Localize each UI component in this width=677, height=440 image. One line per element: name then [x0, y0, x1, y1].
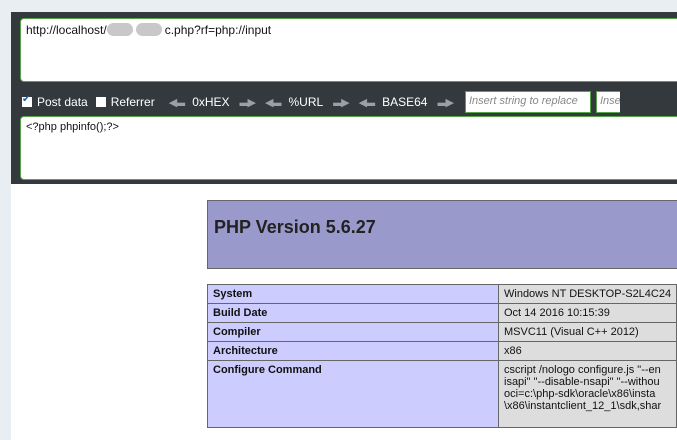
phpinfo-page: PHP Version 5.6.27 System Windows NT DES…: [11, 184, 677, 440]
row-key: Architecture: [207, 341, 499, 361]
php-version-header: PHP Version 5.6.27: [207, 200, 677, 269]
hackbar-panel: http://localhost/c.php?rf=php://input Po…: [11, 12, 677, 184]
table-row: Architecture x86: [207, 341, 677, 361]
post-body-text: <?php phpinfo();?>: [26, 121, 119, 133]
referrer-label: Referrer: [110, 95, 155, 109]
arrow-left-icon[interactable]: ◀▬: [169, 96, 186, 109]
page-title: PHP Version 5.6.27: [214, 217, 376, 237]
value-line: isapi" "--disable-nsapi" "--withou: [504, 376, 660, 388]
arrow-right-icon[interactable]: ▬▶: [437, 96, 454, 109]
url-prefix: http://localhost/: [26, 23, 107, 37]
row-key: Compiler: [207, 322, 499, 342]
table-row: Build Date Oct 14 2016 10:15:39: [207, 303, 677, 323]
replace-string-input[interactable]: Insert string to replace: [464, 91, 591, 113]
row-value: Windows NT DESKTOP-S2L4C24: [498, 284, 677, 304]
url-encode-label: %URL: [288, 95, 324, 109]
redacted-blur: [106, 23, 133, 36]
table-row: Compiler MSVC11 (Visual C++ 2012): [207, 322, 677, 342]
post-data-checkbox[interactable]: Post data: [22, 94, 88, 109]
url-suffix: c.php?rf=php://input: [164, 23, 272, 37]
row-value: MSVC11 (Visual C++ 2012): [498, 322, 677, 342]
replace-placeholder: Insert string to replace: [468, 95, 578, 107]
row-value: x86: [498, 341, 677, 361]
checkbox-unchecked-icon[interactable]: [95, 97, 106, 107]
row-value: Oct 14 2016 10:15:39: [498, 303, 677, 323]
referrer-checkbox[interactable]: Referrer: [95, 95, 155, 109]
value-line: oci=c:\php-sdk\oracle\x86\insta: [504, 388, 656, 400]
phpinfo-table: System Windows NT DESKTOP-S2L4C24 Build …: [207, 284, 677, 428]
row-key: Configure Command: [207, 360, 499, 428]
base64-encode-label: BASE64: [382, 95, 428, 109]
post-data-label: Post data: [37, 95, 88, 109]
post-data-input[interactable]: <?php phpinfo();?>: [20, 116, 677, 180]
checkbox-checked-icon[interactable]: [22, 94, 32, 107]
value-line: cscript /nologo configure.js "--en: [504, 364, 661, 376]
row-key: System: [207, 284, 499, 304]
row-key: Build Date: [207, 303, 499, 323]
value-line: \x86\instantclient_12_1\sdk,shar: [504, 400, 662, 412]
table-row: Configure Command cscript /nologo config…: [207, 360, 677, 428]
url-input[interactable]: http://localhost/c.php?rf=php://input: [20, 18, 677, 82]
arrow-right-icon[interactable]: ▬▶: [240, 96, 257, 109]
arrow-right-icon[interactable]: ▬▶: [333, 96, 350, 109]
hex-encode-label: 0xHEX: [192, 95, 230, 109]
row-value: cscript /nologo configure.js "--en isapi…: [498, 360, 677, 428]
redacted-blur: [135, 23, 162, 36]
table-row: System Windows NT DESKTOP-S2L4C24: [207, 284, 677, 304]
replace-with-input[interactable]: Insert: [595, 91, 620, 113]
replace-with-placeholder: Insert: [599, 95, 620, 107]
hackbar-toolbar: Post data Referrer ◀▬ 0xHEX ▬▶ ◀▬ %URL ▬…: [22, 90, 677, 114]
arrow-left-icon[interactable]: ◀▬: [359, 96, 376, 109]
arrow-left-icon[interactable]: ◀▬: [265, 96, 282, 109]
